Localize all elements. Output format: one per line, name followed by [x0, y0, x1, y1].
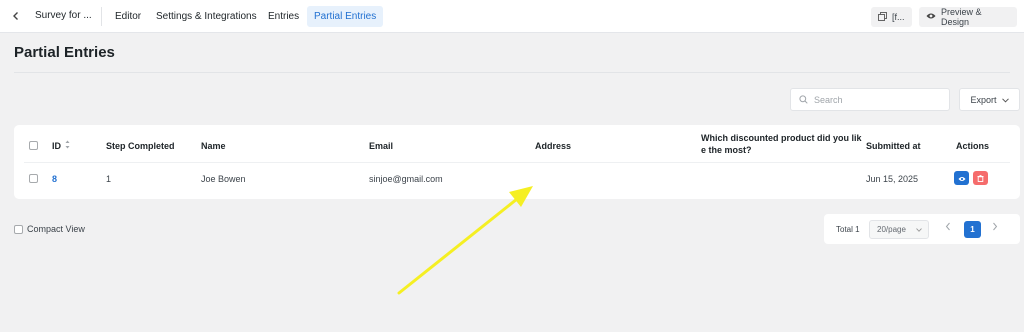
annotation-arrow [397, 186, 533, 295]
